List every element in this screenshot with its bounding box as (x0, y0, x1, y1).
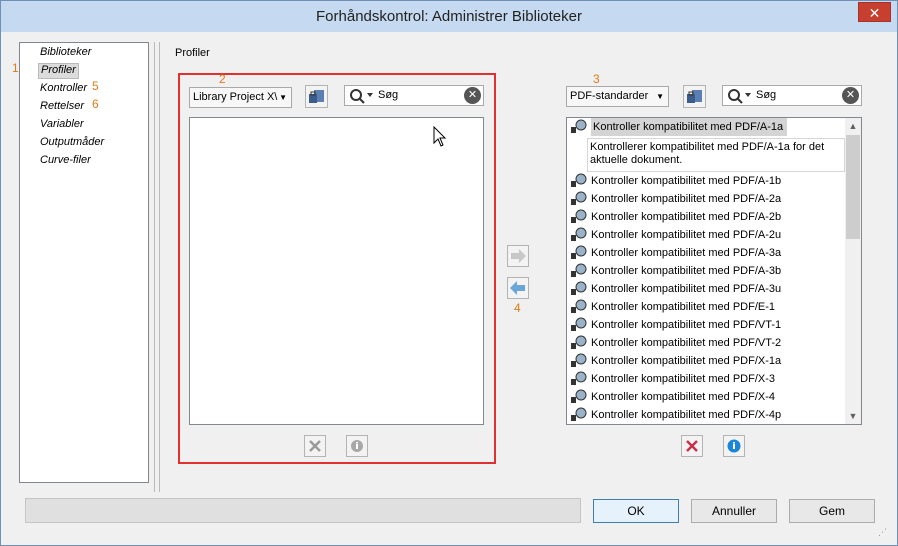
nav-item-kontroller[interactable]: Kontroller (38, 81, 89, 97)
arrow-left-icon (510, 281, 525, 295)
list-item-label: Kontroller kompatibilitet med PDF/A-2u (591, 229, 782, 241)
standards-manage-button[interactable] (683, 85, 706, 108)
standards-search-field[interactable]: Søg ✕ (722, 85, 862, 106)
profile-icon (571, 191, 587, 205)
standards-select-value: PDF-standarder (570, 90, 649, 102)
scroll-down-icon[interactable]: ▼ (845, 408, 861, 424)
clear-search-icon[interactable]: ✕ (464, 87, 481, 104)
section-title: Profiler (175, 47, 210, 59)
profile-icon (571, 407, 587, 421)
arrow-right-icon (511, 249, 526, 263)
list-item-label: Kontroller kompatibilitet med PDF/A-1b (591, 175, 782, 187)
profile-icon (571, 389, 587, 403)
list-item-label: Kontroller kompatibilitet med PDF/A-3u (591, 283, 782, 295)
search-input[interactable]: Søg (378, 89, 398, 101)
clear-search-icon[interactable]: ✕ (842, 87, 859, 104)
scroll-up-icon[interactable]: ▲ (845, 118, 861, 134)
profile-icon (571, 371, 587, 385)
dialog-window: Forhåndskontrol: Administrer Biblioteker… (0, 0, 898, 546)
annotation-3: 3 (593, 72, 600, 86)
profile-icon (571, 335, 587, 349)
list-item-label: Kontroller kompatibilitet med PDF/X-4 (591, 391, 776, 403)
annotation-1: 1 (12, 61, 19, 75)
list-item-label: Kontroller kompatibilitet med PDF/A-2a (591, 193, 782, 205)
annotation-5: 5 (92, 79, 99, 93)
library-icon (309, 90, 324, 103)
search-icon (728, 89, 751, 104)
info-button-disabled[interactable] (346, 435, 368, 457)
profile-description: Kontrollerer kompatibilitet med PDF/A-1a… (587, 138, 845, 172)
library-icon (687, 90, 702, 103)
profile-icon (571, 173, 587, 187)
delete-profile-button-disabled[interactable] (304, 435, 326, 457)
profile-icon (571, 281, 587, 295)
resize-grip-icon[interactable]: ⋰ (878, 527, 887, 538)
list-item-label: Kontroller kompatibilitet med PDF/VT-2 (591, 337, 782, 349)
ok-button[interactable]: OK (593, 499, 679, 523)
delete-profile-button[interactable] (681, 435, 703, 457)
list-item-label: Kontroller kompatibilitet med PDF/A-3a (591, 247, 782, 259)
profile-icon (571, 209, 587, 223)
nav-item-variabler[interactable]: Variabler (38, 117, 86, 133)
annotation-4: 4 (514, 301, 521, 315)
library-select-value: Library Project X\ (193, 91, 278, 103)
library-manage-button[interactable] (305, 85, 328, 108)
list-item-label: Kontroller kompatibilitet med PDF/X-1a (591, 355, 782, 367)
profile-icon (571, 119, 587, 133)
scrollbar-thumb[interactable] (846, 135, 860, 239)
close-button[interactable]: ✕ (858, 2, 891, 22)
annotation-6: 6 (92, 97, 99, 111)
profile-icon (571, 317, 587, 331)
nav-item-outputmader[interactable]: Outputmåder (38, 135, 106, 151)
profile-icon (571, 263, 587, 277)
annotation-2: 2 (219, 72, 226, 86)
standards-profile-list[interactable]: Kontroller kompatibilitet med PDF/A-1a K… (566, 117, 862, 425)
nav-item-biblioteker[interactable]: Biblioteker (38, 45, 93, 61)
search-input[interactable]: Søg (756, 89, 776, 101)
save-button[interactable]: Gem (789, 499, 875, 523)
profile-icon (571, 299, 587, 313)
delete-icon (309, 440, 321, 452)
status-field (25, 498, 581, 523)
move-right-button[interactable] (507, 245, 529, 267)
info-button[interactable] (723, 435, 745, 457)
title-bar: Forhåndskontrol: Administrer Biblioteker… (1, 1, 897, 32)
delete-icon (686, 440, 698, 452)
cancel-button[interactable]: Annuller (691, 499, 777, 523)
list-item-label: Kontroller kompatibilitet med PDF/A-2b (591, 211, 782, 223)
info-icon (727, 439, 741, 453)
list-item-label: Kontroller kompatibilitet med PDF/VT-1 (591, 319, 782, 331)
library-select[interactable]: Library Project X\ ▼ (189, 87, 292, 108)
window-title: Forhåndskontrol: Administrer Biblioteker (316, 8, 582, 25)
chevron-down-icon: ▼ (656, 92, 664, 101)
profile-icon (571, 245, 587, 259)
list-item-label: Kontroller kompatibilitet med PDF/E-1 (591, 301, 776, 313)
list-item-label: Kontroller kompatibilitet med PDF/X-3 (591, 373, 776, 385)
profile-icon (571, 227, 587, 241)
divider (154, 42, 155, 492)
nav-item-curve-filer[interactable]: Curve-filer (38, 153, 93, 169)
category-list: Biblioteker Profiler Kontroller Rettelse… (19, 42, 149, 483)
list-item-label: Kontroller kompatibilitet med PDF/X-4p (591, 409, 782, 421)
nav-item-profiler[interactable]: Profiler (38, 63, 79, 79)
chevron-down-icon: ▼ (279, 93, 287, 102)
divider (159, 42, 160, 492)
mouse-cursor-icon (433, 126, 447, 147)
library-profile-list[interactable] (189, 117, 484, 425)
profile-icon (571, 353, 587, 367)
move-left-button[interactable] (507, 277, 529, 299)
nav-item-rettelser[interactable]: Rettelser (38, 99, 86, 115)
search-icon (350, 89, 373, 104)
info-icon (351, 440, 363, 452)
scrollbar[interactable]: ▲ ▼ (845, 118, 861, 424)
standards-select[interactable]: PDF-standarder ▼ (566, 86, 669, 107)
dialog-content: Biblioteker Profiler Kontroller Rettelse… (8, 32, 890, 540)
library-search-field[interactable]: Søg ✕ (344, 85, 484, 106)
list-item-label: Kontroller kompatibilitet med PDF/A-3b (591, 265, 782, 277)
list-item-label: Kontroller kompatibilitet med PDF/A-1a (591, 118, 788, 136)
